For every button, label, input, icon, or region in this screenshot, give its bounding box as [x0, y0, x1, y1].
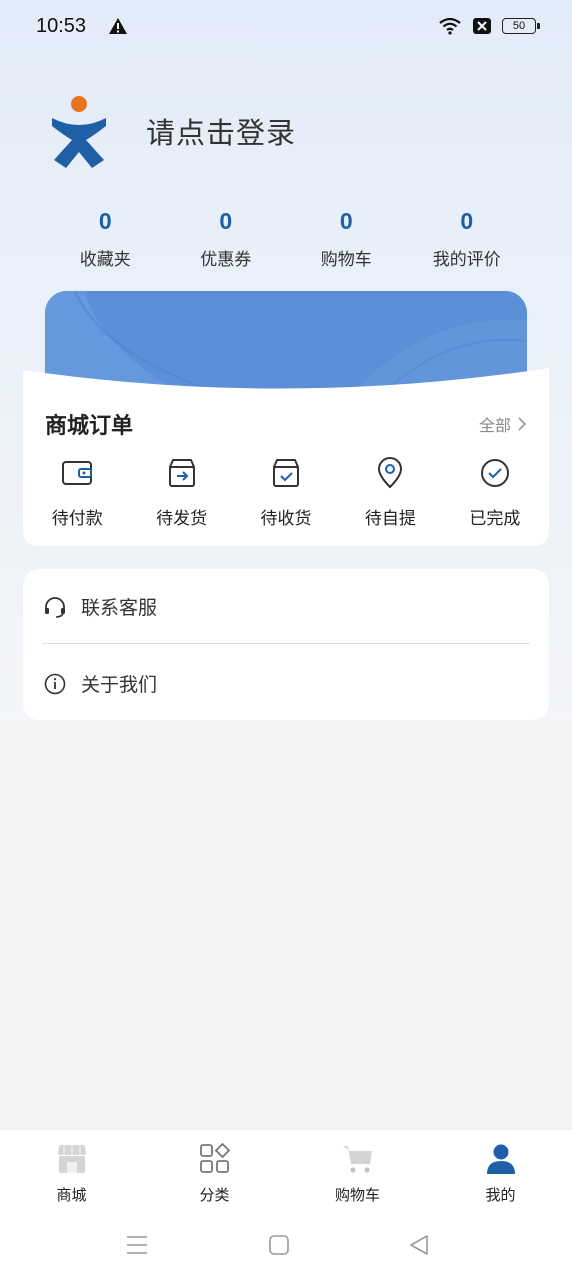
chevron-right-icon: [518, 417, 527, 431]
back-nav-icon[interactable]: [408, 1234, 430, 1256]
brand-logo: [52, 96, 106, 168]
cart-icon: [342, 1146, 372, 1173]
tab-label: 我的: [485, 1186, 516, 1204]
location-pin-icon: [378, 457, 403, 489]
order-completed[interactable]: 已完成: [443, 456, 547, 529]
menu-label: 关于我们: [81, 674, 158, 696]
stat-label: 我的评价: [432, 250, 501, 270]
tab-label: 购物车: [334, 1186, 380, 1204]
sim-off-icon: [473, 18, 491, 34]
order-pending-receipt[interactable]: 待收货: [234, 456, 338, 529]
menu-divider: [42, 643, 530, 644]
tab-label: 商城: [56, 1186, 87, 1204]
order-title: 商城订单: [45, 414, 134, 439]
stat-count: 0: [339, 208, 353, 234]
menu-card: 联系客服 关于我们: [23, 569, 549, 720]
tab-store[interactable]: 商城: [0, 1130, 143, 1214]
stat-cart[interactable]: 0 购物车: [286, 208, 407, 270]
system-nav-bar: [0, 1214, 572, 1280]
order-status-label: 待付款: [51, 509, 103, 529]
view-all-label: 全部: [478, 416, 511, 435]
info-icon: [44, 673, 66, 694]
menu-label: 联系客服: [81, 597, 158, 619]
bottom-tab-bar: 商城 分类 购物车 我的: [0, 1130, 572, 1214]
stat-coupons[interactable]: 0 优惠券: [166, 208, 287, 270]
order-status-label: 已完成: [469, 509, 521, 529]
tab-category[interactable]: 分类: [143, 1130, 286, 1214]
box-check-icon: [273, 459, 300, 487]
user-icon: [486, 1144, 515, 1174]
order-pending-shipment[interactable]: 待发货: [129, 456, 233, 529]
tab-cart[interactable]: 购物车: [286, 1130, 429, 1214]
order-status-label: 待收货: [260, 509, 312, 529]
battery-level: 50: [512, 20, 526, 32]
stats-row: 0 收藏夹 0 优惠券 0 购物车 0 我的评价: [45, 208, 527, 270]
stat-label: 收藏夹: [79, 250, 131, 270]
order-pending-payment[interactable]: 待付款: [25, 456, 129, 529]
menu-about-us[interactable]: 关于我们: [23, 646, 549, 721]
tab-label: 分类: [199, 1186, 230, 1204]
login-prompt[interactable]: 请点击登录: [146, 110, 296, 152]
headset-icon: [45, 596, 65, 618]
category-icon: [199, 1142, 230, 1173]
stat-reviews[interactable]: 0 我的评价: [407, 208, 528, 270]
order-status-label: 待自提: [364, 509, 416, 529]
order-pending-pickup[interactable]: 待自提: [338, 456, 442, 529]
stat-favorites[interactable]: 0 收藏夹: [45, 208, 166, 270]
menu-nav-icon[interactable]: [126, 1234, 148, 1256]
box-ship-icon: [168, 459, 195, 487]
battery-icon: 50: [502, 18, 540, 34]
menu-contact-support[interactable]: 联系客服: [23, 569, 549, 644]
stat-count: 0: [460, 208, 474, 234]
status-time: 10:53: [36, 14, 87, 37]
store-icon: [57, 1145, 86, 1173]
status-bar: 10:53 50: [0, 0, 572, 52]
stat-count: 0: [219, 208, 233, 234]
order-status-row: 待付款 待发货 待收货 待自提 已完成: [23, 456, 549, 529]
view-all-orders[interactable]: 全部: [479, 412, 527, 436]
stat-count: 0: [98, 208, 112, 234]
profile-header[interactable]: 请点击登录: [48, 92, 296, 170]
stat-label: 购物车: [320, 250, 372, 270]
wifi-icon: [439, 17, 461, 35]
order-card: 商城订单 全部 待付款 待发货 待收货 待自提 已完成: [23, 368, 549, 546]
stat-label: 优惠券: [200, 250, 252, 270]
alert-icon: [109, 18, 128, 34]
wallet-icon: [62, 461, 93, 485]
order-status-label: 待发货: [156, 509, 208, 529]
tab-mine[interactable]: 我的: [429, 1130, 572, 1214]
check-circle-icon: [480, 459, 509, 487]
home-nav-icon[interactable]: [268, 1234, 290, 1256]
